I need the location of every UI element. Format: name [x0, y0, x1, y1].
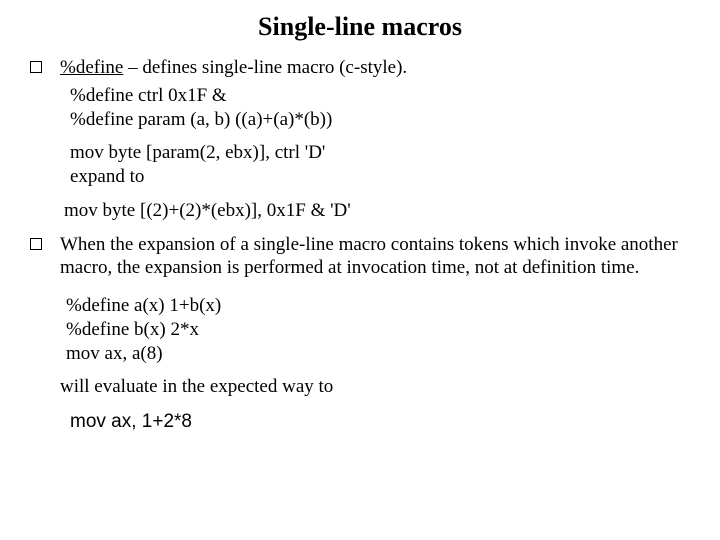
- code-line: expand to: [70, 165, 690, 189]
- square-bullet-icon: [30, 61, 42, 73]
- bullet-1-rest: – defines single-line macro (c-style).: [123, 57, 407, 78]
- code-block-3: %define a(x) 1+b(x) %define b(x) 2*x mov…: [66, 294, 690, 365]
- code-line: %define a(x) 1+b(x): [66, 294, 690, 318]
- bullet-item-2: When the expansion of a single-line macr…: [30, 233, 690, 281]
- bullet-item-1: %define – defines single-line macro (c-s…: [30, 56, 690, 80]
- code-line: %define b(x) 2*x: [66, 318, 690, 342]
- eval-text: will evaluate in the expected way to: [60, 375, 690, 399]
- final-result: mov ax, 1+2*8: [70, 411, 690, 433]
- square-bullet-icon: [30, 238, 42, 250]
- code-block-1: %define ctrl 0x1F & %define param (a, b)…: [70, 84, 690, 132]
- code-line: mov ax, a(8): [66, 342, 690, 366]
- slide-title: Single-line macros: [30, 12, 690, 42]
- bullet-1-text: %define – defines single-line macro (c-s…: [60, 56, 407, 80]
- expanded-result: mov byte [(2)+(2)*(ebx)], 0x1F & 'D': [64, 199, 690, 223]
- code-block-2: mov byte [param(2, ebx)], ctrl 'D' expan…: [70, 141, 690, 189]
- code-line: %define ctrl 0x1F &: [70, 84, 690, 108]
- spacer: [30, 284, 690, 294]
- bullet-2-text: When the expansion of a single-line macr…: [60, 233, 690, 281]
- code-line: mov byte [param(2, ebx)], ctrl 'D': [70, 141, 690, 165]
- slide-container: Single-line macros %define – defines sin…: [0, 0, 720, 540]
- code-line: %define param (a, b) ((a)+(a)*(b)): [70, 108, 690, 132]
- define-keyword: %define: [60, 57, 123, 78]
